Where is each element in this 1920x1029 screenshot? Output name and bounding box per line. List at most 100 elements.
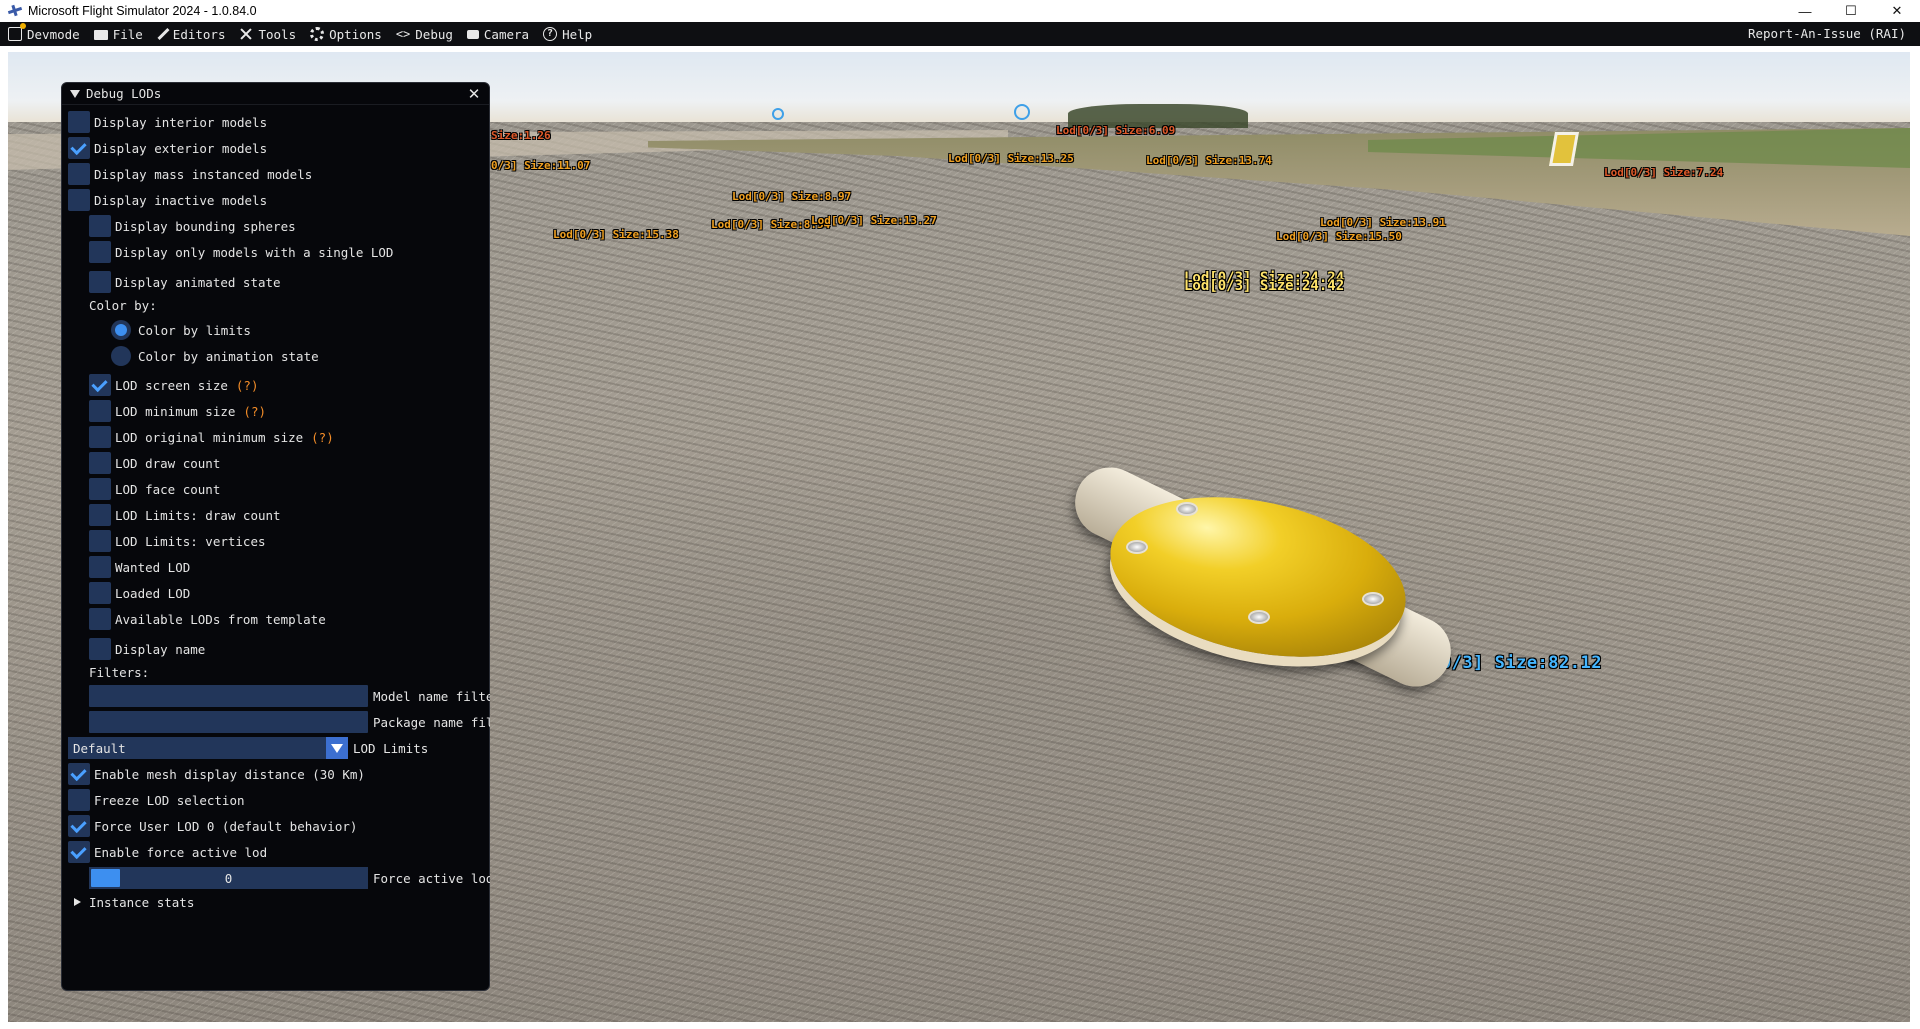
checkbox[interactable] [89,556,111,578]
checkbox-display-mass[interactable]: Display mass instanced models [68,163,312,185]
package-name-filter-input[interactable] [89,711,368,733]
checkbox-lod-face-count[interactable]: LOD face count [89,478,220,500]
gear-icon [310,27,325,41]
help-icon: ? [543,27,558,41]
minimize-button[interactable]: — [1782,0,1828,22]
menu-devmode[interactable]: Devmode [0,22,86,46]
checkbox[interactable] [89,638,111,660]
checkbox-label: Enable force active lod [94,844,268,860]
checkbox[interactable] [89,478,111,500]
checkbox[interactable] [68,763,90,785]
checkbox-available-lods[interactable]: Available LODs from template [89,608,326,630]
expand-triangle-icon[interactable] [74,898,81,906]
airplane-app-icon [8,5,22,17]
menu-devmode-label: Devmode [27,26,80,42]
close-window-button[interactable]: ✕ [1874,0,1920,22]
checkbox[interactable] [68,189,90,211]
checkbox-label: Display exterior models [94,140,268,156]
checkbox[interactable] [89,608,111,630]
help-marker[interactable]: (?) [243,404,266,419]
checkbox-force-user-lod[interactable]: Force User LOD 0 (default behavior) [68,815,357,837]
checkbox-lod-min-size[interactable]: LOD minimum size (?) [89,400,266,422]
checkbox-freeze-lod[interactable]: Freeze LOD selection [68,789,245,811]
slider-track[interactable]: 0 [89,867,368,889]
lod-limits-combo[interactable]: Default LOD Limits [68,737,428,759]
report-issue-link[interactable]: Report-An-Issue (RAI) [1748,22,1906,46]
lod-label: Lod[0/3] Size:7.24 [1604,166,1724,179]
checkbox-label: LOD Limits: draw count [115,507,281,523]
radio-button[interactable] [111,320,131,340]
help-marker[interactable]: (?) [311,430,334,445]
checkbox-display-animated[interactable]: Display animated state [89,271,281,293]
checkbox[interactable] [89,400,111,422]
menu-file[interactable]: File [86,22,149,46]
checkbox[interactable] [89,215,111,237]
fixture-lens [1176,502,1198,516]
panel-header[interactable]: Debug LODs ✕ [62,83,489,105]
checkbox-lod-screen-size[interactable]: LOD screen size (?) [89,374,258,396]
menu-options[interactable]: Options [302,22,388,46]
radio-color-limits[interactable]: Color by limits [111,319,251,341]
checkbox[interactable] [89,452,111,474]
model-name-filter-input[interactable] [89,685,368,707]
checkbox-display-single-lod[interactable]: Display only models with a single LOD [89,241,393,263]
target-marker-icon [1014,104,1030,120]
package-name-filter[interactable]: Package name fil [89,711,490,733]
lod-label: Lod[0/3] Size:13.91 [1320,216,1446,229]
checkbox[interactable] [89,271,111,293]
checkbox-enable-force-active[interactable]: Enable force active lod [68,841,267,863]
maximize-button[interactable]: ☐ [1828,0,1874,22]
help-marker[interactable]: (?) [236,378,259,393]
checkbox[interactable] [68,137,90,159]
checkbox[interactable] [89,241,111,263]
dropdown-arrow-icon[interactable] [326,737,348,759]
lod-limits-label: LOD Limits [353,740,429,756]
menu-help[interactable]: ? Help [535,22,598,46]
debug-lods-panel: Debug LODs ✕ Display interior models Dis… [61,82,490,991]
checkbox-lod-limits-draw[interactable]: LOD Limits: draw count [89,504,281,526]
radio-button[interactable] [111,346,131,366]
tools-icon [239,27,253,41]
checkbox-display-exterior[interactable]: Display exterior models [68,137,267,159]
checkbox-enable-mesh-distance[interactable]: Enable mesh display distance (30 Km) [68,763,365,785]
pencil-icon [157,27,170,41]
radio-color-animation[interactable]: Color by animation state [111,345,319,367]
checkbox-display-inactive[interactable]: Display inactive models [68,189,267,211]
close-panel-icon[interactable]: ✕ [465,85,483,103]
collapse-triangle-icon[interactable] [70,89,80,98]
checkbox[interactable] [68,789,90,811]
checkbox[interactable] [68,111,90,133]
menu-editors[interactable]: Editors [149,22,232,46]
checkbox[interactable] [89,504,111,526]
checkbox-display-name[interactable]: Display name [89,638,205,660]
lod-label: Lod[0/3] Size:13.74 [1146,154,1272,167]
checkbox-label: Display name [115,641,206,657]
checkbox-wanted-lod[interactable]: Wanted LOD [89,556,190,578]
checkbox-lod-draw-count[interactable]: LOD draw count [89,452,220,474]
checkbox-label: LOD original minimum size [115,429,304,445]
checkbox[interactable] [68,815,90,837]
force-active-lod-slider[interactable]: 0 Force active lod [89,867,490,889]
lod-limits-select[interactable]: Default [68,737,348,759]
checkbox-display-interior[interactable]: Display interior models [68,111,267,133]
checkbox[interactable] [68,841,90,863]
menu-debug[interactable]: <> Debug [388,22,459,46]
checkbox-lod-orig-min-size[interactable]: LOD original minimum size (?) [89,426,334,448]
menu-tools[interactable]: Tools [231,22,302,46]
slider-grab[interactable] [91,869,120,887]
checkbox[interactable] [89,426,111,448]
filters-label: Filters: [89,664,150,680]
slider-value: 0 [224,870,233,886]
checkbox-loaded-lod[interactable]: Loaded LOD [89,582,190,604]
checkbox[interactable] [89,374,111,396]
checkbox-lod-limits-vertices[interactable]: LOD Limits: vertices [89,530,266,552]
dev-menubar: Devmode File Editors Tools Options <> Deb… [0,22,1920,46]
checkbox[interactable] [89,530,111,552]
menu-camera[interactable]: Camera [459,22,535,46]
tree-instance-stats[interactable]: Instance stats [68,891,194,913]
package-name-filter-label: Package name fil [373,714,490,730]
checkbox[interactable] [89,582,111,604]
model-name-filter[interactable]: Model name filte [89,685,490,707]
checkbox-display-bounding[interactable]: Display bounding spheres [89,215,296,237]
checkbox[interactable] [68,163,90,185]
